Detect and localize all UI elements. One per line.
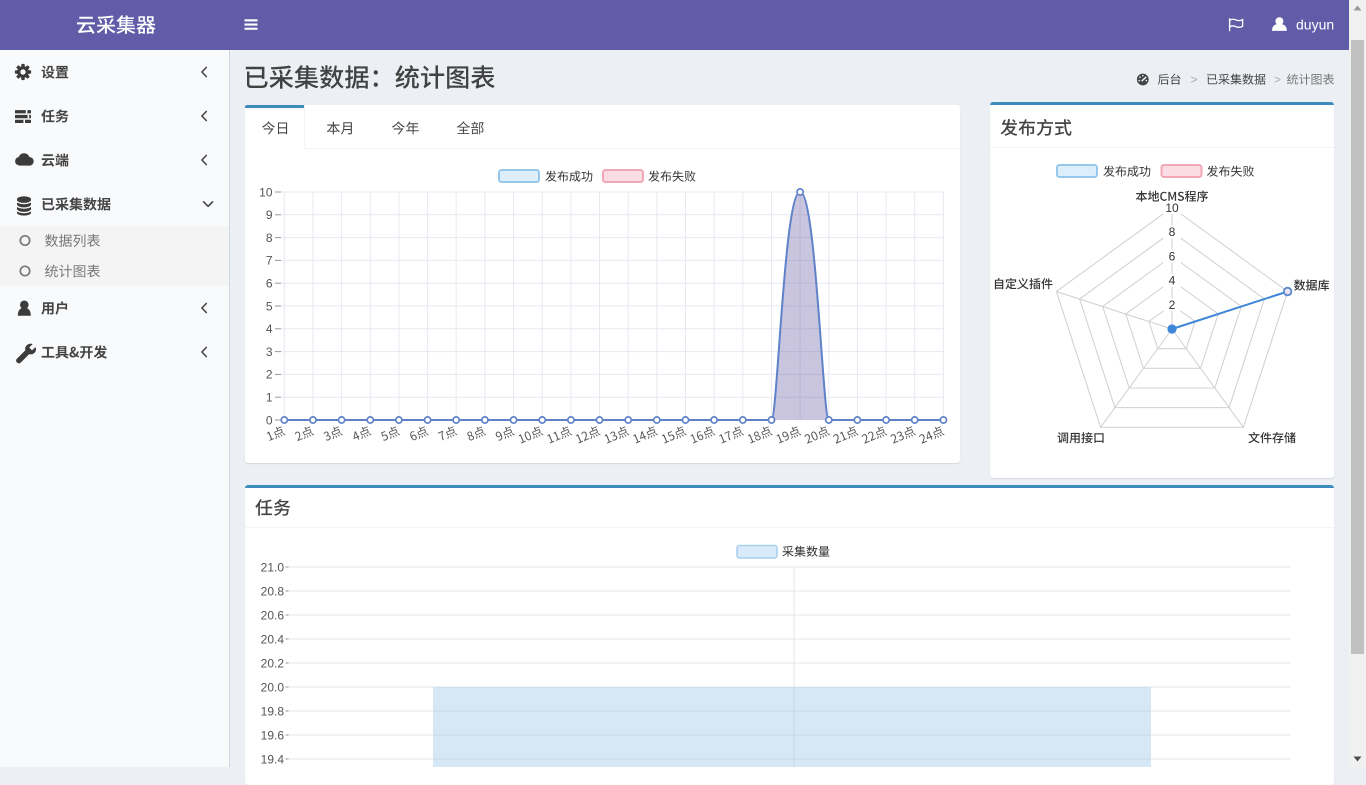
- svg-text:8: 8: [266, 231, 273, 245]
- svg-text:19.8: 19.8: [261, 704, 285, 718]
- svg-text:8: 8: [1169, 225, 1176, 239]
- svg-text:5: 5: [266, 299, 273, 313]
- svg-text:4: 4: [1169, 274, 1176, 288]
- svg-text:20.8: 20.8: [261, 584, 285, 598]
- svg-text:2: 2: [266, 368, 273, 382]
- svg-text:10: 10: [259, 185, 273, 199]
- svg-text:20.2: 20.2: [261, 656, 285, 670]
- svg-text:3: 3: [266, 345, 273, 359]
- svg-text:21.0: 21.0: [261, 560, 285, 574]
- svg-text:7: 7: [266, 254, 273, 268]
- svg-text:>: >: [1274, 73, 1281, 87]
- svg-text:6: 6: [1169, 249, 1176, 263]
- svg-text:20.4: 20.4: [261, 632, 285, 646]
- svg-text:6: 6: [266, 277, 273, 291]
- svg-text:9: 9: [266, 208, 273, 222]
- svg-text:19.6: 19.6: [261, 728, 285, 742]
- svg-text:10: 10: [1165, 201, 1179, 215]
- svg-text:4: 4: [266, 322, 273, 336]
- svg-text:2: 2: [1169, 298, 1176, 312]
- svg-text:duyun: duyun: [1296, 17, 1334, 33]
- svg-text:20.6: 20.6: [261, 608, 285, 622]
- svg-text:>: >: [1191, 73, 1198, 87]
- svg-text:20.0: 20.0: [261, 680, 285, 694]
- svg-text:0: 0: [266, 413, 273, 427]
- svg-text:1: 1: [266, 391, 273, 405]
- svg-text:19.4: 19.4: [261, 752, 285, 766]
